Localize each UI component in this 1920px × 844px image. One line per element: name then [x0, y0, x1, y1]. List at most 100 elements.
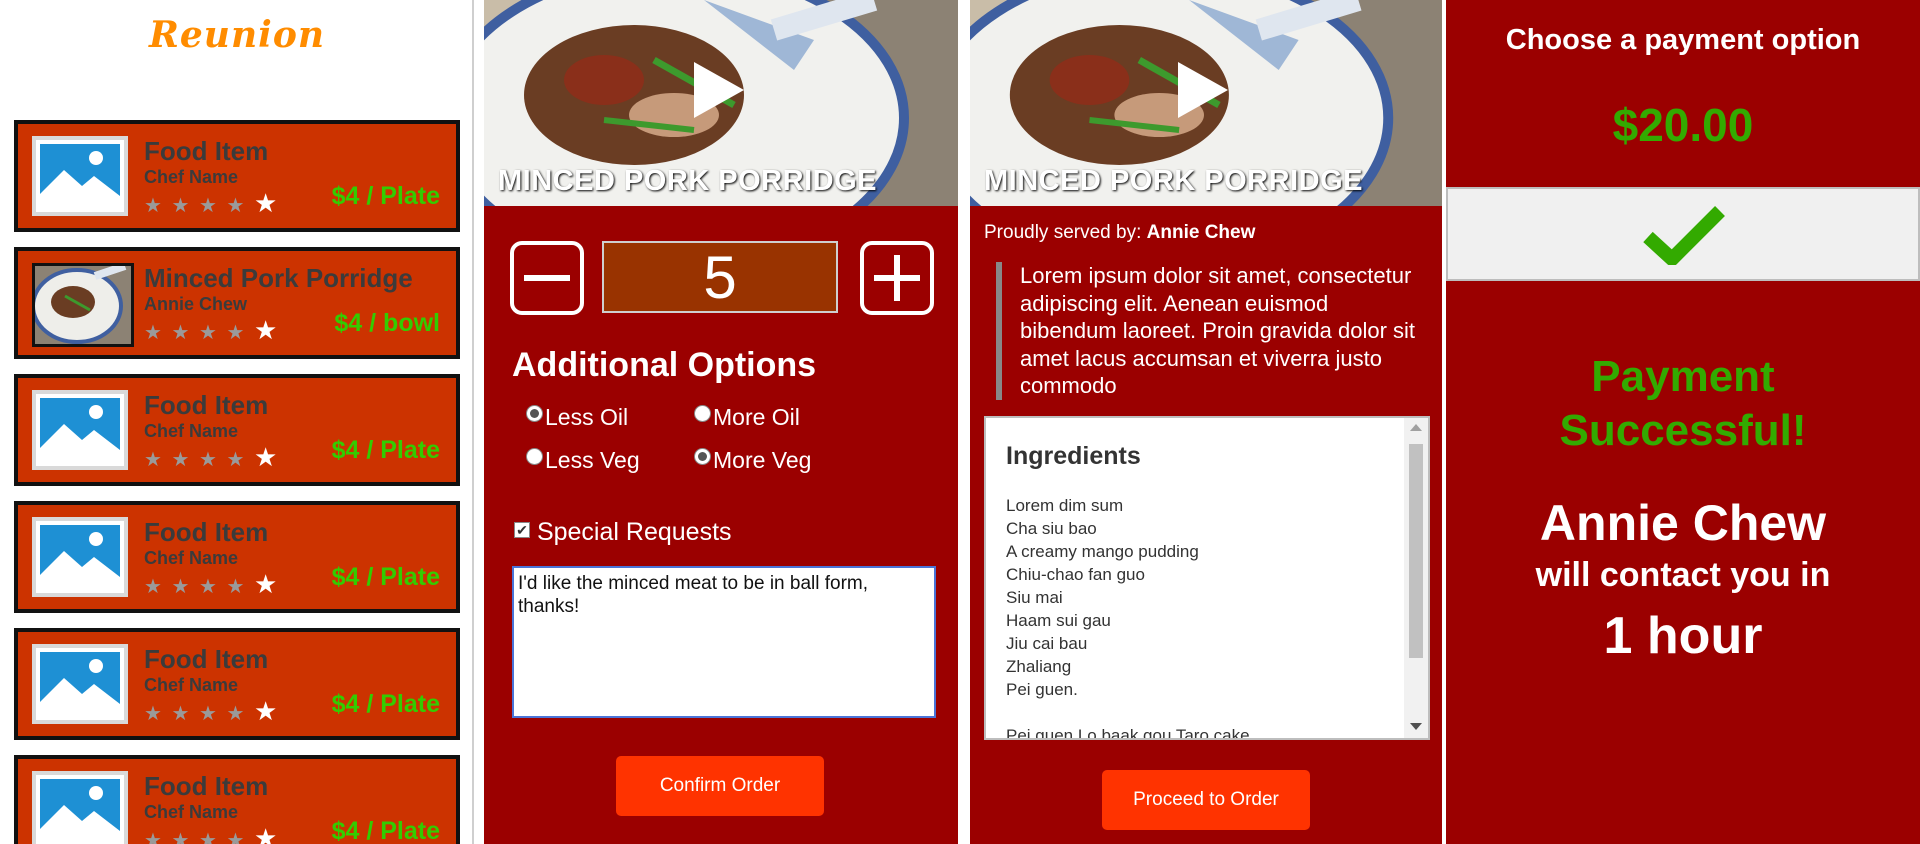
food-list: Food Item Chef Name ★ ★ ★ ★ ★ $4 / Plate Min…: [14, 120, 460, 844]
rating-stars: ★ ★ ★ ★: [144, 322, 247, 344]
ingredient-item: [1006, 701, 1250, 724]
radio-button[interactable]: [526, 448, 543, 465]
rating-stars: ★ ★ ★ ★: [144, 830, 247, 844]
payment-screen: Choose a payment option $20.00 Payment S…: [1446, 0, 1920, 844]
radio-button[interactable]: [526, 405, 543, 422]
chef-name: Annie Chew: [144, 294, 248, 314]
ingredients-scrollbar[interactable]: [1404, 418, 1428, 738]
food-card[interactable]: Food Item Chef Name ★ ★ ★ ★ ★ $4 / Plate: [14, 374, 460, 486]
proceed-to-order-button[interactable]: Proceed to Order: [1102, 770, 1310, 830]
rating-stars-icon: ★ ★ ★ ★ ★: [144, 442, 279, 473]
ingredient-item: Lorem dim sum: [1006, 496, 1124, 515]
ingredients-list: Lorem dim sum Cha siu bao A creamy mango p…: [1006, 494, 1250, 740]
ingredient-item: Pei guen.: [1006, 680, 1078, 699]
food-title: Food Item: [144, 390, 269, 420]
scroll-thumb[interactable]: [1409, 444, 1423, 658]
rating-stars-icon: ★ ★ ★ ★ ★: [144, 315, 279, 346]
scroll-down-arrow-icon[interactable]: [1410, 723, 1422, 730]
decrease-quantity-button[interactable]: [510, 241, 584, 315]
rating-star-highlight: ★: [253, 188, 280, 218]
rating-stars: ★ ★ ★ ★: [144, 576, 247, 598]
rating-stars-icon: ★ ★ ★ ★ ★: [144, 823, 279, 844]
chef-name: Chef Name: [144, 802, 239, 822]
special-requests-toggle[interactable]: ✔ Special Requests: [514, 518, 732, 547]
image-placeholder-icon: [32, 136, 128, 216]
special-requests-label: Special Requests: [536, 518, 732, 546]
ingredient-item: Jiu cai bau: [1006, 634, 1088, 653]
dish-hero[interactable]: MINCED PORK PORRIDGE: [970, 0, 1442, 206]
minus-icon: [524, 275, 570, 281]
confirm-order-button[interactable]: Confirm Order: [616, 756, 824, 816]
image-placeholder-icon: [32, 771, 128, 844]
brand-logo: Reunion: [148, 14, 326, 56]
play-video-icon[interactable]: [1178, 62, 1228, 118]
food-price: $4 / bowl: [334, 309, 440, 337]
play-video-icon[interactable]: [694, 62, 744, 118]
scroll-up-arrow-icon[interactable]: [1410, 424, 1422, 431]
payment-success-message: Payment Successful!: [1446, 350, 1920, 458]
rating-star-highlight: ★: [253, 823, 280, 844]
dish-hero[interactable]: MINCED PORK PORRIDGE: [484, 0, 958, 206]
increase-quantity-button[interactable]: [860, 241, 934, 315]
food-card[interactable]: Food Item Chef Name ★ ★ ★ ★ ★ $4 / Plate: [14, 628, 460, 740]
option-more-veg[interactable]: More Veg: [694, 447, 811, 474]
rating-stars-icon: ★ ★ ★ ★ ★: [144, 569, 279, 600]
rating-stars-icon: ★ ★ ★ ★ ★: [144, 696, 279, 727]
image-placeholder-icon: [32, 644, 128, 724]
radio-button[interactable]: [694, 448, 711, 465]
contact-time: 1 hour: [1603, 607, 1763, 665]
food-price: $4 / Plate: [331, 182, 440, 210]
special-requests-textarea[interactable]: I'd like the minced meat to be in ball f…: [512, 566, 936, 718]
quantity-value[interactable]: 5: [602, 241, 838, 313]
payment-option-selected[interactable]: [1446, 187, 1920, 281]
ingredient-item: Chiu-chao fan guo: [1006, 565, 1145, 584]
chef-name: Chef Name: [144, 548, 239, 568]
ingredient-item: Siu mai: [1006, 588, 1063, 607]
rating-stars: ★ ★ ★ ★: [144, 703, 247, 725]
ingredients-heading: Ingredients: [1006, 442, 1141, 470]
chef-name[interactable]: Annie Chew: [1147, 222, 1256, 243]
food-title: Food Item: [144, 644, 269, 674]
ingredient-item: Cha siu bao: [1006, 519, 1097, 538]
dish-detail-screen: MINCED PORK PORRIDGE Proudly served by: …: [970, 0, 1442, 844]
option-label: Less Veg: [545, 447, 640, 473]
served-by: Proudly served by: Annie Chew: [984, 222, 1255, 244]
plus-icon-vertical: [894, 255, 900, 301]
food-card[interactable]: Food Item Chef Name ★ ★ ★ ★ ★ $4 / Plate: [14, 501, 460, 613]
food-price: $4 / Plate: [331, 690, 440, 718]
option-label: More Veg: [713, 447, 812, 473]
radio-button[interactable]: [694, 405, 711, 422]
rating-stars-icon: ★ ★ ★ ★ ★: [144, 188, 279, 219]
dish-title: MINCED PORK PORRIDGE: [498, 165, 877, 197]
served-by-prefix: Proudly served by:: [984, 222, 1142, 243]
rating-star-highlight: ★: [253, 569, 280, 599]
chef-name: Chef Name: [144, 167, 239, 187]
food-card[interactable]: Food Item Chef Name ★ ★ ★ ★ ★ $4 / Plate: [14, 755, 460, 844]
food-price: $4 / Plate: [331, 436, 440, 464]
checkbox-checked-icon[interactable]: ✔: [514, 522, 530, 538]
checkmark-icon: [1643, 206, 1725, 265]
option-label: More Oil: [713, 404, 800, 430]
chef-name: Chef Name: [144, 421, 239, 441]
image-placeholder-icon: [32, 517, 128, 597]
food-list-screen: Reunion Food Item Chef Name ★ ★ ★ ★ ★ $4 / …: [0, 0, 474, 844]
payment-amount: $20.00: [1612, 99, 1754, 151]
food-title: Food Item: [144, 771, 269, 801]
ingredient-item: Haam sui gau: [1006, 611, 1111, 630]
success-line-2: Successful!: [1559, 406, 1807, 455]
option-less-oil[interactable]: Less Oil: [526, 404, 628, 431]
rating-star-highlight: ★: [253, 315, 280, 345]
order-options-screen: MINCED PORK PORRIDGE 5 Additional Option…: [484, 0, 958, 844]
food-price: $4 / Plate: [331, 817, 440, 844]
option-more-oil[interactable]: More Oil: [694, 404, 800, 431]
ingredients-box[interactable]: Ingredients Lorem dim sum Cha siu bao A cr…: [984, 416, 1430, 740]
dish-description: Lorem ipsum dolor sit amet, consectetur …: [996, 262, 1426, 400]
rating-star-highlight: ★: [253, 442, 280, 472]
ingredient-item: Zhaliang: [1006, 657, 1072, 676]
ingredient-item: Pei guen Lo baak gou Taro cake: [1006, 726, 1250, 740]
food-card[interactable]: Minced Pork Porridge Annie Chew ★ ★ ★ ★ ★ $…: [14, 247, 460, 359]
option-less-veg[interactable]: Less Veg: [526, 447, 640, 474]
quantity-stepper: 5: [510, 240, 934, 315]
food-card[interactable]: Food Item Chef Name ★ ★ ★ ★ ★ $4 / Plate: [14, 120, 460, 232]
food-price: $4 / Plate: [331, 563, 440, 591]
